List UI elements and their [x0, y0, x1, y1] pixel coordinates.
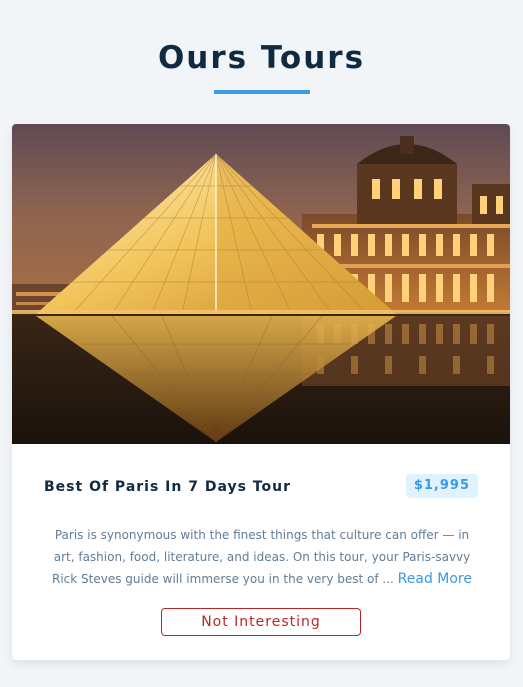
tour-image [12, 124, 510, 444]
not-interesting-button[interactable]: Not Interesting [161, 608, 361, 636]
tour-card: Best Of Paris In 7 Days Tour $1,995 Pari… [12, 124, 510, 660]
read-more-button[interactable]: Read More [398, 571, 472, 587]
tour-name: Best Of Paris In 7 Days Tour [44, 479, 291, 495]
page-title: Ours Tours [157, 40, 366, 76]
title-underline [213, 90, 310, 94]
tours-header: Ours Tours [0, 38, 523, 94]
tour-info: Best Of Paris In 7 Days Tour $1,995 [44, 474, 478, 500]
tour-description: Paris is synonymous with the finest thin… [50, 524, 474, 590]
tour-price-badge: $1,995 [405, 474, 478, 498]
